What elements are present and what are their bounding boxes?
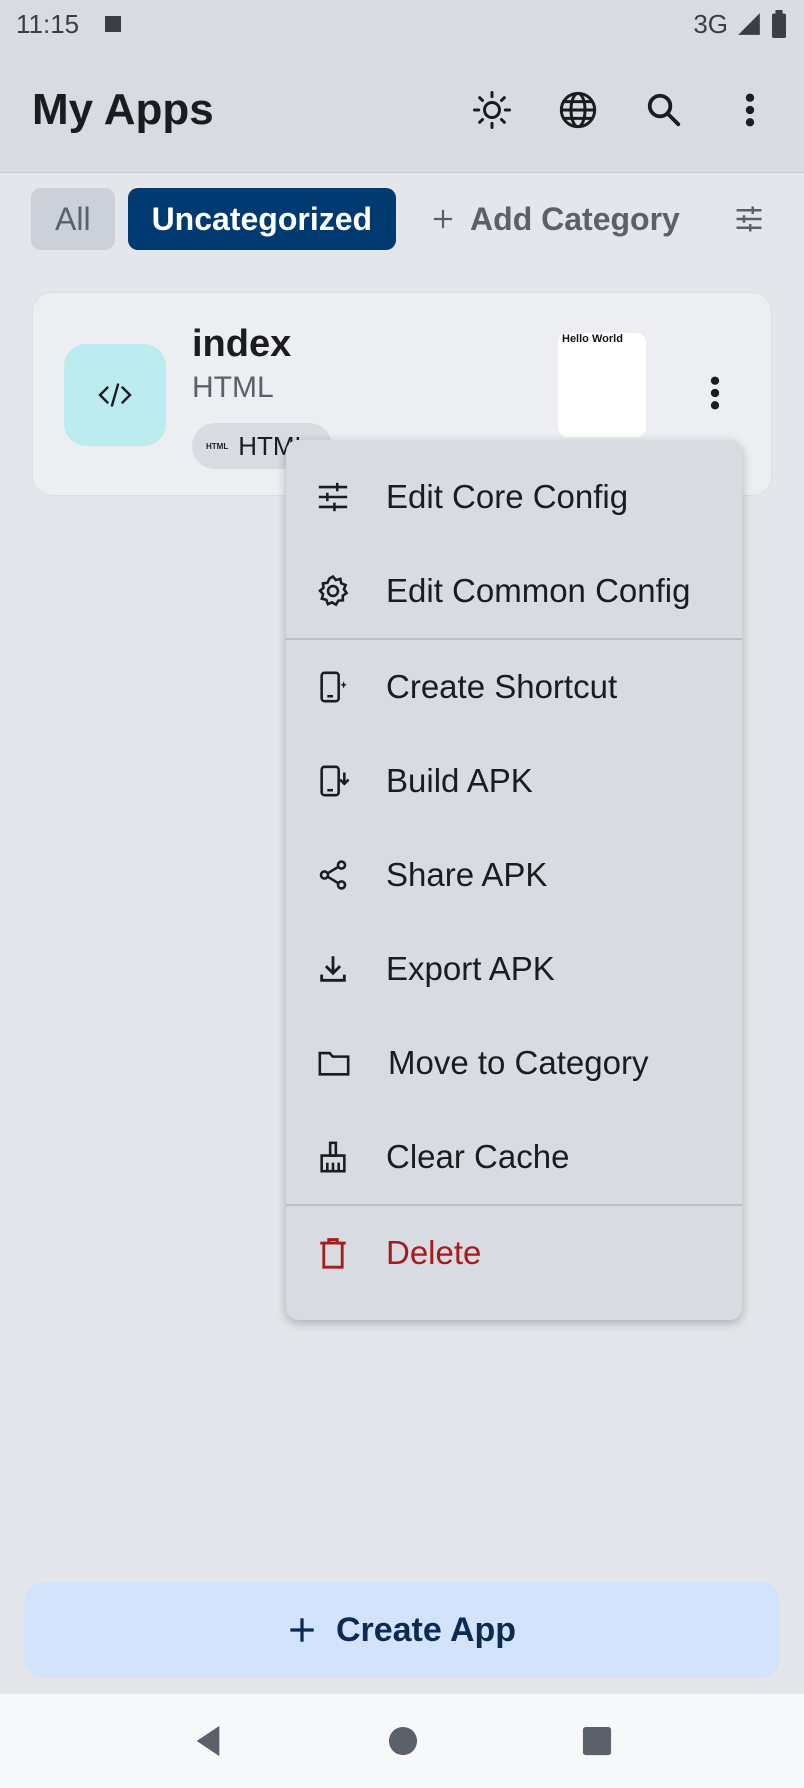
code-icon <box>98 383 132 407</box>
preview-text: Hello World <box>562 333 623 345</box>
system-nav-bar <box>0 1694 804 1788</box>
download-icon <box>320 956 346 982</box>
menu-label: Export APK <box>386 950 555 987</box>
page-title: My Apps <box>32 85 214 134</box>
gear-icon <box>318 574 349 607</box>
plus-icon <box>290 1618 314 1642</box>
category-chips: All Uncategorized Add Category <box>0 172 804 266</box>
menu-label: Edit Core Config <box>386 478 629 515</box>
network-type: 3G <box>693 8 728 39</box>
status-bar: 11:15 3G <box>0 0 804 48</box>
menu-item-edit-core-config[interactable]: Edit Core Config <box>286 450 742 544</box>
broom-icon <box>320 1141 346 1173</box>
menu-item-edit-common-config[interactable]: Edit Common Config <box>286 544 742 638</box>
menu-item-create-shortcut[interactable]: Create Shortcut <box>286 640 742 734</box>
menu-label: Build APK <box>386 762 533 799</box>
menu-label: Edit Common Config <box>386 572 691 609</box>
add-shortcut-icon <box>320 671 348 703</box>
signal-icon <box>738 13 760 35</box>
share-icon <box>319 860 347 890</box>
plus-icon <box>433 209 453 229</box>
brightness-icon[interactable] <box>470 88 514 132</box>
menu-item-share-apk[interactable]: Share APK <box>286 828 742 922</box>
context-menu: Edit Core Config Edit Common Config Crea… <box>286 440 742 1320</box>
chip-uncategorized[interactable]: Uncategorized <box>127 188 397 250</box>
menu-label: Move to Category <box>388 1044 649 1081</box>
folder-icon <box>318 1051 350 1076</box>
notification-icon <box>105 16 122 32</box>
card-more-icon[interactable] <box>693 371 737 415</box>
tune-icon <box>318 482 348 512</box>
app-icon <box>64 344 166 446</box>
build-apk-icon <box>320 765 350 797</box>
search-icon[interactable] <box>642 88 686 132</box>
create-app-button[interactable]: Create App <box>24 1582 780 1678</box>
recents-icon[interactable] <box>582 1726 612 1756</box>
trash-icon <box>320 1238 346 1269</box>
menu-label: Clear Cache <box>386 1138 570 1175</box>
create-app-label: Create App <box>335 1610 517 1649</box>
filter-icon[interactable] <box>727 197 771 241</box>
menu-item-delete[interactable]: Delete <box>286 1206 742 1300</box>
menu-item-build-apk[interactable]: Build APK <box>286 734 742 828</box>
menu-label: Share APK <box>386 856 548 893</box>
back-icon[interactable] <box>192 1724 224 1758</box>
add-category-button[interactable]: Add Category <box>432 201 680 238</box>
status-time: 11:15 <box>16 8 80 39</box>
menu-item-move-to-category[interactable]: Move to Category <box>286 1016 742 1110</box>
app-name: index <box>192 323 292 365</box>
more-vert-icon[interactable] <box>728 88 772 132</box>
battery-icon <box>772 10 786 38</box>
html-mini-label: HTML <box>206 441 229 451</box>
menu-label: Delete <box>386 1234 482 1271</box>
app-preview-thumbnail: Hello World <box>558 333 646 437</box>
menu-item-export-apk[interactable]: Export APK <box>286 922 742 1016</box>
chip-all[interactable]: All <box>31 188 115 250</box>
add-category-label: Add Category <box>470 200 680 237</box>
menu-item-clear-cache[interactable]: Clear Cache <box>286 1110 742 1204</box>
top-app-bar: My Apps <box>0 48 804 172</box>
home-icon[interactable] <box>388 1726 418 1756</box>
globe-icon[interactable] <box>556 88 600 132</box>
app-type: HTML <box>192 371 274 404</box>
menu-label: Create Shortcut <box>386 668 618 705</box>
